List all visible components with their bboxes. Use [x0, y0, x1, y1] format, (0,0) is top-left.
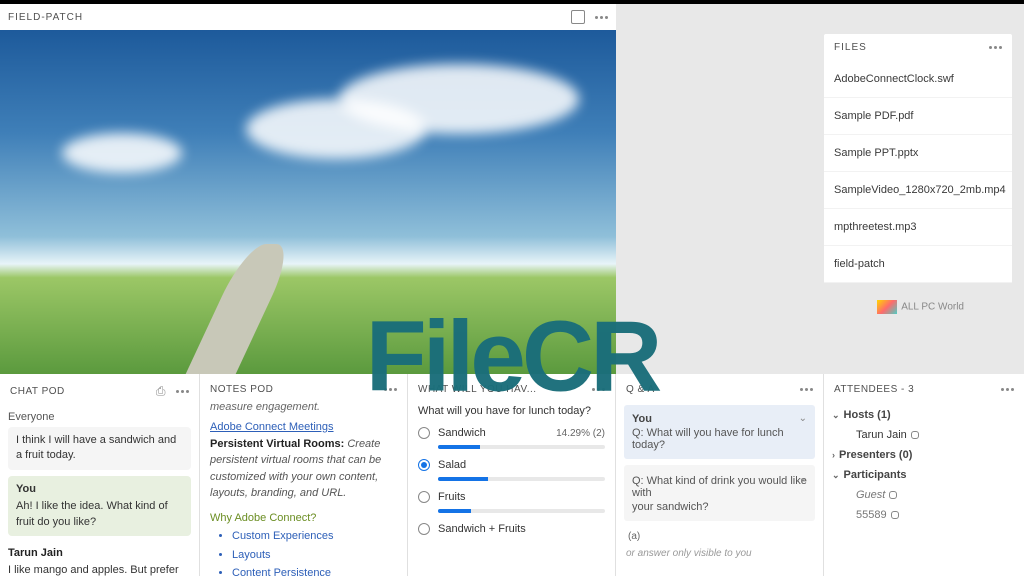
chat-message-self: You Ah! I like the idea. What kind of fr…: [8, 476, 191, 536]
notes-bullet: Layouts: [232, 547, 397, 564]
file-item[interactable]: Sample PDF.pdf: [824, 98, 1012, 135]
radio-icon-selected[interactable]: [418, 459, 430, 471]
chevron-down-icon[interactable]: ⌄: [799, 473, 807, 484]
chat-everyone-label: Everyone: [8, 411, 191, 423]
video-title: FIELD-PATCH: [8, 12, 83, 23]
radio-icon[interactable]: [418, 427, 430, 439]
attendees-hosts-section[interactable]: ⌄Hosts (1): [832, 405, 1016, 425]
attendees-title: ATTENDEES - 3: [834, 384, 914, 395]
chat-message: I think I will have a sandwich and a fru…: [8, 427, 191, 470]
notes-why-heading: Why Adobe Connect?: [210, 510, 397, 527]
qa-pod: Q & A ⌄ You Q: What will you have for lu…: [616, 374, 824, 576]
notes-title: NOTES POD: [210, 384, 273, 395]
chat-title: CHAT POD: [10, 386, 65, 397]
qa-answer-label: (a): [624, 527, 815, 546]
fullscreen-icon[interactable]: [571, 10, 585, 24]
notes-bullet: Content Persistence: [232, 565, 397, 576]
file-item[interactable]: AdobeConnectClock.swf: [824, 61, 1012, 98]
file-item[interactable]: Sample PPT.pptx: [824, 135, 1012, 172]
chat-pod: CHAT POD ⎙ Everyone I think I will have …: [0, 374, 200, 576]
mic-icon: [889, 491, 897, 499]
poll-title: WHAT WILL YOU HAV...: [418, 384, 537, 395]
qa-hint: or answer only visible to you: [624, 546, 815, 561]
more-icon[interactable]: [384, 388, 397, 391]
chevron-right-icon: ›: [832, 450, 835, 460]
qa-question[interactable]: ⌄ Q: What kind of drink you would like w…: [624, 465, 815, 521]
video-content[interactable]: [0, 30, 616, 374]
layout-gap: [616, 4, 824, 374]
attendees-presenters-section[interactable]: ›Presenters (0): [832, 445, 1016, 465]
more-icon[interactable]: [800, 388, 813, 391]
more-icon[interactable]: [595, 16, 608, 19]
qa-question[interactable]: ⌄ You Q: What will you have for lunch to…: [624, 405, 815, 459]
chevron-down-icon[interactable]: ⌄: [799, 413, 807, 424]
attendees-participants-section[interactable]: ⌄Participants: [832, 465, 1016, 485]
poll-option[interactable]: Salad: [418, 459, 605, 471]
notes-link[interactable]: Adobe Connect Meetings: [210, 419, 397, 436]
attendees-pod: ATTENDEES - 3 ⌄Hosts (1) Tarun Jain ›Pre…: [824, 374, 1024, 576]
notes-pod: NOTES POD measure engagement. Adobe Conn…: [200, 374, 408, 576]
notes-heading: Persistent Virtual Rooms:: [210, 438, 344, 450]
more-icon[interactable]: [592, 388, 605, 391]
attendee-name[interactable]: Tarun Jain: [832, 425, 1016, 445]
poll-pod: WHAT WILL YOU HAV... What will you have …: [408, 374, 616, 576]
more-icon[interactable]: [1001, 388, 1014, 391]
chat-settings-icon[interactable]: ⎙: [156, 384, 166, 399]
file-item[interactable]: field-patch: [824, 246, 1012, 283]
poll-option[interactable]: Sandwich 14.29% (2): [418, 427, 605, 439]
qa-title: Q & A: [626, 384, 655, 395]
more-icon[interactable]: [176, 390, 189, 393]
notes-bullet: Custom Experiences: [232, 528, 397, 545]
chevron-down-icon: ⌄: [832, 410, 840, 421]
files-title: FILES: [834, 42, 867, 53]
radio-icon[interactable]: [418, 523, 430, 535]
files-pod-container: FILES AdobeConnectClock.swf Sample PDF.p…: [824, 4, 1024, 374]
file-item[interactable]: mpthreetest.mp3: [824, 209, 1012, 246]
watermark-allpcworld: ALL PC World: [877, 300, 964, 314]
poll-option[interactable]: Sandwich + Fruits: [418, 523, 605, 535]
poll-option[interactable]: Fruits: [418, 491, 605, 503]
mic-icon: [891, 511, 899, 519]
attendee-name[interactable]: 55589: [832, 505, 1016, 525]
poll-question: What will you have for lunch today?: [418, 405, 605, 417]
notes-subtitle: measure engagement.: [200, 401, 407, 413]
video-pod: FIELD-PATCH: [0, 4, 616, 374]
mic-icon: [911, 431, 919, 439]
radio-icon[interactable]: [418, 491, 430, 503]
more-icon[interactable]: [989, 46, 1002, 49]
notes-body[interactable]: Adobe Connect Meetings Persistent Virtua…: [200, 413, 407, 576]
attendee-name[interactable]: Guest: [832, 485, 1016, 505]
chat-message: Tarun Jain I like mango and apples. But …: [8, 542, 191, 576]
file-item[interactable]: SampleVideo_1280x720_2mb.mp4: [824, 172, 1012, 209]
chevron-down-icon: ⌄: [832, 470, 840, 481]
